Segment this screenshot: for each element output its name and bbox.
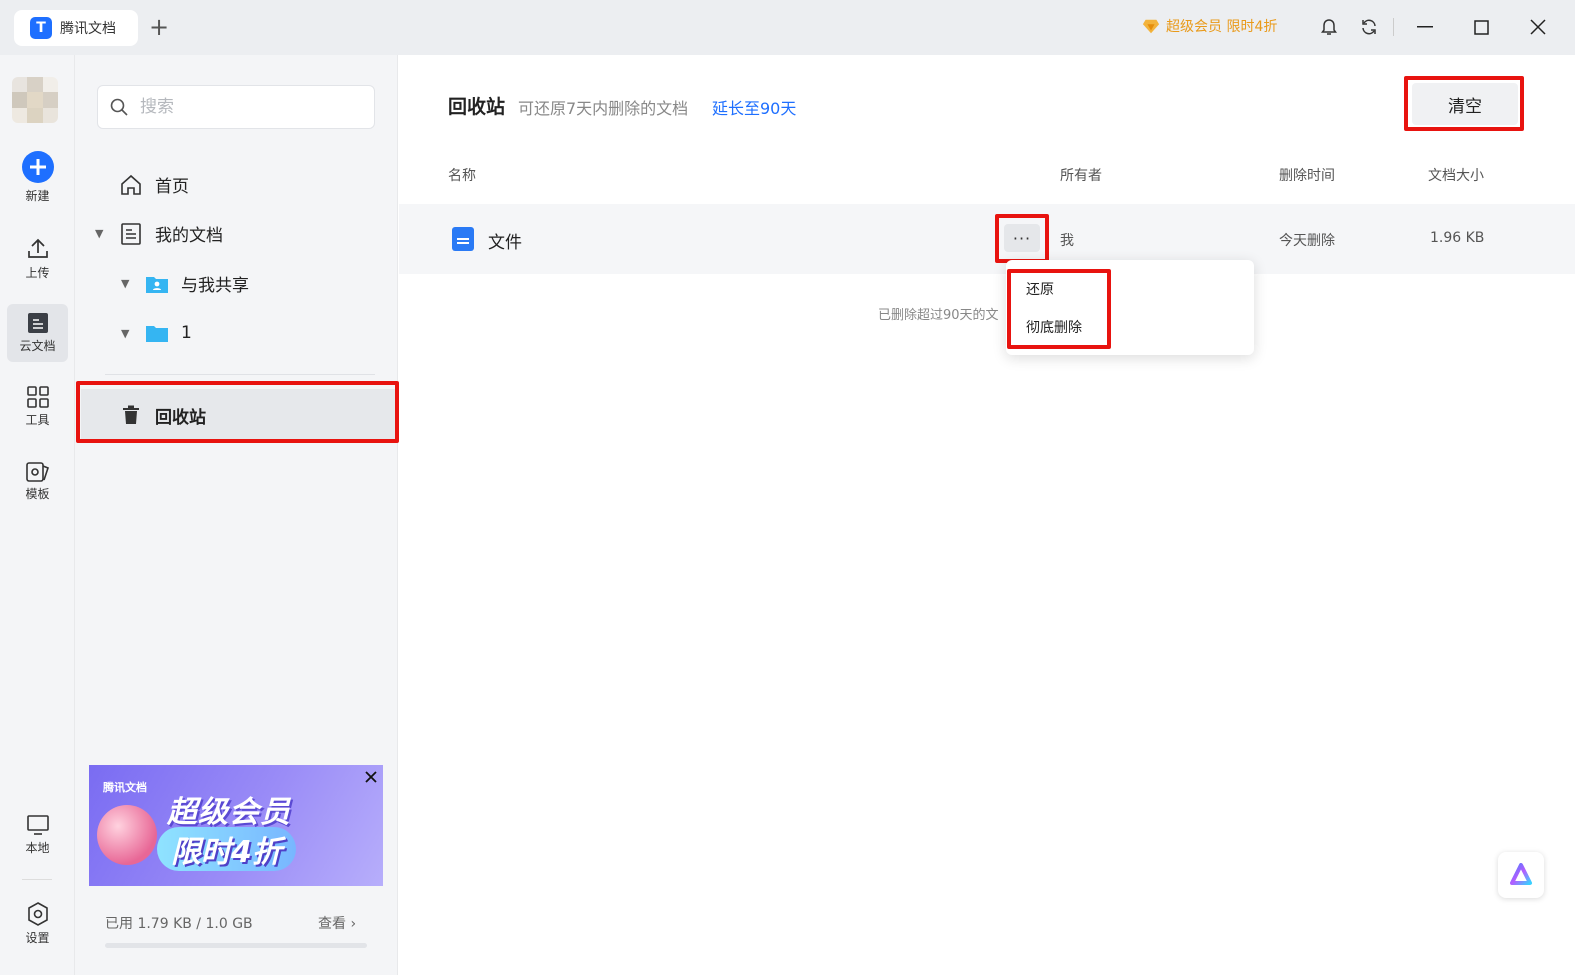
retention-note: 已删除超过90天的文 <box>878 308 999 323</box>
sidebar-divider <box>105 374 375 375</box>
tab-title: 腾讯文档 <box>60 21 116 37</box>
cloud-doc-icon <box>27 313 48 333</box>
close-icon[interactable] <box>1525 14 1551 40</box>
context-menu: 还原 彻底删除 <box>1006 260 1254 355</box>
minimize-icon[interactable] <box>1412 14 1438 40</box>
search-icon <box>110 98 128 116</box>
sidebar-item-trash[interactable]: 回收站 <box>81 389 397 441</box>
rail-cloud-docs-label: 云文档 <box>19 339 56 353</box>
page-subtitle: 可还原7天内删除的文档 <box>518 99 689 118</box>
sidebar: 首页 ▼ 我的文档 ▼ 与我共享 ▼ 1 回收站 腾讯文档 超级会员 限时4折 <box>75 55 398 975</box>
storage-usage-text: 已用 1.79 KB / 1.0 GB <box>105 916 253 932</box>
banner-logo: 腾讯文档 <box>103 781 147 794</box>
rail-tools-label: 工具 <box>25 413 50 427</box>
rail-templates-label: 模板 <box>25 487 50 501</box>
template-icon <box>25 462 49 482</box>
file-owner: 我 <box>1060 233 1074 249</box>
rail-new-label: 新建 <box>25 189 50 203</box>
rail-upload-button[interactable]: 上传 <box>7 230 68 288</box>
diamond-icon <box>1142 19 1160 34</box>
search-input[interactable] <box>140 97 360 117</box>
rail-tools-button[interactable]: 工具 <box>7 378 68 436</box>
rail-local-button[interactable]: 本地 <box>7 806 68 864</box>
bell-icon[interactable] <box>1316 14 1342 40</box>
caret-down-icon[interactable]: ▼ <box>121 277 133 290</box>
table-row[interactable] <box>399 204 1575 274</box>
grid-icon <box>26 386 49 408</box>
caret-down-icon[interactable]: ▼ <box>121 327 133 340</box>
maximize-icon[interactable] <box>1468 14 1494 40</box>
sync-icon[interactable] <box>1356 14 1382 40</box>
plus-circle-icon <box>21 151 54 183</box>
rail-local-label: 本地 <box>25 841 50 855</box>
folder-icon <box>145 321 169 345</box>
storage-progress-bar <box>105 943 367 948</box>
upload-icon <box>27 238 48 258</box>
clear-trash-button[interactable]: 清空 <box>1412 83 1518 125</box>
more-options-button[interactable]: ··· <box>1004 224 1040 252</box>
banner-decoration <box>97 805 157 865</box>
left-rail: 新建 上传 云文档 工具 模板 本地 设置 <box>0 55 75 975</box>
file-size: 1.96 KB <box>1430 230 1485 246</box>
ai-assistant-button[interactable] <box>1498 852 1544 898</box>
home-icon <box>119 173 143 197</box>
vip-promo-link[interactable]: 超级会员 限时4折 <box>1142 16 1277 36</box>
caret-down-icon[interactable]: ▼ <box>95 227 107 240</box>
new-tab-button[interactable]: + <box>146 13 172 41</box>
file-name[interactable]: 文件 <box>488 228 522 253</box>
restore-menu-item[interactable]: 还原 <box>1026 279 1054 299</box>
page-title: 回收站 <box>448 96 506 118</box>
document-icon <box>119 222 143 246</box>
title-bar: T 腾讯文档 + 超级会员 限时4折 <box>0 0 1575 55</box>
sidebar-trash-label: 回收站 <box>155 407 206 428</box>
settings-icon <box>27 902 48 926</box>
rail-templates-button[interactable]: 模板 <box>7 452 68 510</box>
monitor-icon <box>26 815 49 835</box>
column-header-deleted[interactable]: 删除时间 <box>1279 165 1335 185</box>
avatar[interactable] <box>12 77 58 123</box>
sidebar-item-my-docs[interactable]: ▼ 我的文档 <box>95 221 223 246</box>
app-logo-icon: T <box>30 17 52 39</box>
column-header-owner[interactable]: 所有者 <box>1060 165 1102 185</box>
banner-discount: 限时4折 <box>157 827 296 871</box>
vip-promo-text: 超级会员 限时4折 <box>1166 19 1278 35</box>
titlebar-divider <box>1393 18 1394 36</box>
file-deleted-time: 今天删除 <box>1279 233 1335 249</box>
rail-divider <box>22 879 52 880</box>
sidebar-my-docs-label: 我的文档 <box>155 226 223 246</box>
rail-new-button[interactable]: 新建 <box>7 148 68 206</box>
sidebar-item-shared[interactable]: ▼ 与我共享 <box>121 271 249 296</box>
doc-file-icon <box>452 227 474 251</box>
sidebar-item-folder-1[interactable]: ▼ 1 <box>121 321 192 345</box>
vip-banner[interactable]: 腾讯文档 超级会员 限时4折 <box>89 765 383 886</box>
storage-view-link[interactable]: 查看 › <box>318 913 356 933</box>
banner-headline: 超级会员 <box>167 795 291 830</box>
rail-cloud-docs-button[interactable]: 云文档 <box>7 304 68 362</box>
column-header-size[interactable]: 文档大小 <box>1428 165 1484 185</box>
column-header-name[interactable]: 名称 <box>448 165 476 185</box>
sidebar-item-home[interactable]: 首页 <box>119 172 189 197</box>
rail-settings-button[interactable]: 设置 <box>7 895 68 953</box>
sidebar-folder-1-label: 1 <box>181 323 192 343</box>
sidebar-home-label: 首页 <box>155 177 189 197</box>
search-box[interactable] <box>97 85 375 129</box>
rail-upload-label: 上传 <box>25 266 50 280</box>
sidebar-shared-label: 与我共享 <box>181 276 249 296</box>
app-tab[interactable]: T 腾讯文档 <box>14 10 138 46</box>
assistant-icon <box>1510 863 1532 885</box>
delete-forever-menu-item[interactable]: 彻底删除 <box>1026 317 1082 337</box>
banner-close-icon[interactable] <box>363 769 379 785</box>
extend-retention-link[interactable]: 延长至90天 <box>712 95 796 119</box>
shared-folder-icon <box>145 272 169 296</box>
trash-icon <box>119 403 143 427</box>
rail-settings-label: 设置 <box>25 931 50 945</box>
